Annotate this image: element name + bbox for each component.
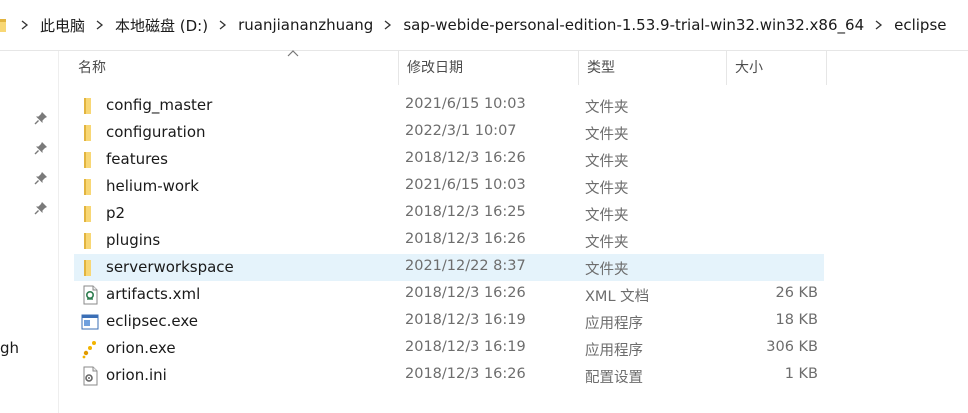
file-name: artifacts.xml: [106, 285, 201, 303]
file-row-plugins[interactable]: plugins 2018/12/3 16:26 文件夹: [74, 227, 824, 254]
file-type: 应用程序: [585, 343, 643, 359]
file-row-orion-exe[interactable]: orion.exe 2018/12/3 16:19 应用程序 306 KB: [74, 335, 824, 362]
file-name: serverworkspace: [106, 258, 234, 276]
column-header-row: 名称 修改日期 类型 大小: [58, 50, 968, 85]
address-bar[interactable]: 此电脑 本地磁盘 (D:) ruanjiananzhuang sap-webid…: [0, 0, 968, 51]
file-row-orion-ini[interactable]: orion.ini 2018/12/3 16:26 配置设置 1 KB: [74, 362, 824, 389]
breadcrumb-this-pc[interactable]: 此电脑: [36, 15, 89, 36]
file-size: 1 KB: [784, 366, 818, 382]
file-modified: 2018/12/3 16:26: [405, 366, 526, 382]
pin-icon[interactable]: [34, 171, 48, 185]
chevron-right-icon[interactable]: [868, 14, 890, 36]
file-name: eclipsec.exe: [106, 312, 198, 330]
file-type: 文件夹: [585, 100, 629, 116]
file-type: 文件夹: [585, 235, 629, 251]
folder-icon: [0, 17, 6, 33]
nav-item-fragment[interactable]: gh: [0, 339, 19, 357]
file-row-serverworkspace[interactable]: serverworkspace 2021/12/22 8:37 文件夹: [74, 254, 824, 281]
file-name: features: [106, 150, 168, 168]
file-type: XML 文档: [585, 289, 650, 305]
breadcrumb-sap-webide[interactable]: sap-webide-personal-edition-1.53.9-trial…: [399, 16, 868, 34]
file-type: 应用程序: [585, 316, 643, 332]
file-modified: 2022/3/1 10:07: [405, 123, 517, 139]
file-type: 文件夹: [585, 262, 629, 278]
file-row-eclipsec-exe[interactable]: eclipsec.exe 2018/12/3 16:19 应用程序 18 KB: [74, 308, 824, 335]
chevron-right-icon[interactable]: [377, 14, 399, 36]
file-name: config_master: [106, 96, 213, 114]
file-modified: 2018/12/3 16:26: [405, 285, 526, 301]
file-type: 文件夹: [585, 208, 629, 224]
folder-icon: [80, 177, 100, 197]
file-name: configuration: [106, 123, 206, 141]
file-modified: 2018/12/3 16:19: [405, 339, 526, 355]
breadcrumb-eclipse[interactable]: eclipse: [890, 16, 950, 34]
file-row-config-master[interactable]: config_master 2021/6/15 10:03 文件夹: [74, 92, 824, 119]
file-size: 26 KB: [775, 285, 818, 301]
breadcrumb-local-disk[interactable]: 本地磁盘 (D:): [111, 15, 212, 36]
navigation-pane: gh: [0, 51, 59, 413]
file-type: 文件夹: [585, 181, 629, 197]
file-modified: 2018/12/3 16:25: [405, 204, 526, 220]
file-modified: 2021/12/22 8:37: [405, 258, 526, 274]
file-name: orion.exe: [106, 339, 176, 357]
file-row-helium-work[interactable]: helium-work 2021/6/15 10:03 文件夹: [74, 173, 824, 200]
file-size: 306 KB: [766, 339, 818, 355]
chevron-right-icon[interactable]: [14, 14, 36, 36]
pin-icon[interactable]: [34, 201, 48, 215]
file-list: config_master 2021/6/15 10:03 文件夹 config…: [74, 92, 968, 389]
file-modified: 2021/6/15 10:03: [405, 96, 526, 112]
file-modified: 2018/12/3 16:26: [405, 150, 526, 166]
file-modified: 2021/6/15 10:03: [405, 177, 526, 193]
folder-icon: [80, 150, 100, 170]
file-type: 文件夹: [585, 154, 629, 170]
xml-file-icon: [80, 285, 100, 305]
folder-icon: [80, 96, 100, 116]
file-row-features[interactable]: features 2018/12/3 16:26 文件夹: [74, 146, 824, 173]
chevron-right-icon[interactable]: [89, 14, 111, 36]
breadcrumb: 此电脑 本地磁盘 (D:) ruanjiananzhuang sap-webid…: [0, 14, 951, 36]
column-header-size[interactable]: 大小: [727, 51, 827, 85]
column-header-modified[interactable]: 修改日期: [399, 51, 579, 85]
column-header-name[interactable]: 名称: [70, 51, 399, 85]
orion-exe-icon: [80, 339, 100, 359]
file-row-configuration[interactable]: configuration 2022/3/1 10:07 文件夹: [74, 119, 824, 146]
file-modified: 2018/12/3 16:19: [405, 312, 526, 328]
ini-settings-icon: [80, 366, 100, 386]
column-header-type[interactable]: 类型: [579, 51, 727, 85]
chevron-right-icon[interactable]: [212, 14, 234, 36]
folder-icon: [80, 204, 100, 224]
file-modified: 2018/12/3 16:26: [405, 231, 526, 247]
file-row-p2[interactable]: p2 2018/12/3 16:25 文件夹: [74, 200, 824, 227]
breadcrumb-ruanjiananzhuang[interactable]: ruanjiananzhuang: [234, 16, 377, 34]
folder-icon: [80, 231, 100, 251]
file-name: helium-work: [106, 177, 199, 195]
file-name: p2: [106, 204, 126, 222]
folder-icon: [80, 123, 100, 143]
file-type: 配置设置: [585, 370, 643, 386]
file-type: 文件夹: [585, 127, 629, 143]
pin-icon[interactable]: [34, 141, 48, 155]
exe-window-icon: [80, 312, 100, 332]
file-size: 18 KB: [775, 312, 818, 328]
file-name: plugins: [106, 231, 161, 249]
file-row-artifacts-xml[interactable]: artifacts.xml 2018/12/3 16:26 XML 文档 26 …: [74, 281, 824, 308]
file-name: orion.ini: [106, 366, 167, 384]
folder-icon: [80, 258, 100, 278]
pin-icon[interactable]: [34, 111, 48, 125]
file-explorer-window: 此电脑 本地磁盘 (D:) ruanjiananzhuang sap-webid…: [0, 0, 968, 413]
